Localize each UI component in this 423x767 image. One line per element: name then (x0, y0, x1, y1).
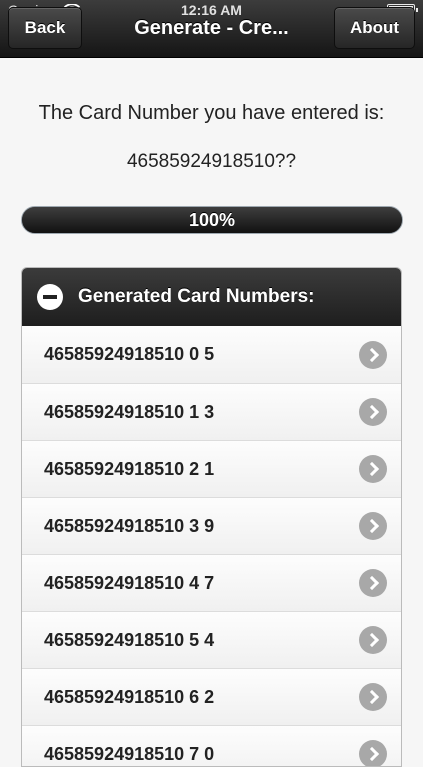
entered-card-label: The Card Number you have entered is: (38, 102, 385, 124)
list-item-label: 46585924918510 6 2 (44, 686, 215, 707)
page-title: Generate - Cre... (134, 17, 289, 39)
list-item[interactable]: 46585924918510 5 4 (22, 611, 401, 668)
list-item[interactable]: 46585924918510 7 0 (22, 725, 401, 766)
header-bar: Carrier 12:16 AM Back Generate - Cre... … (0, 0, 423, 58)
entered-card-number: 46585924918510?? (126, 151, 297, 172)
generated-list-header[interactable]: Generated Card Numbers: (22, 268, 401, 326)
collapse-minus-icon[interactable] (37, 284, 63, 310)
list-item[interactable]: 46585924918510 1 3 (22, 383, 401, 440)
list-item[interactable]: 46585924918510 0 5 (22, 326, 401, 383)
chevron-right-icon[interactable] (359, 626, 387, 654)
list-item[interactable]: 46585924918510 3 9 (22, 497, 401, 554)
list-item-label: 46585924918510 0 5 (44, 344, 215, 364)
generated-list: Generated Card Numbers: 46585924918510 0… (21, 267, 402, 767)
generated-list-title: Generated Card Numbers: (78, 286, 315, 307)
list-item-label: 46585924918510 4 7 (44, 572, 215, 593)
list-item-label: 46585924918510 5 4 (44, 629, 215, 650)
chevron-right-icon[interactable] (359, 512, 387, 540)
chevron-right-icon[interactable] (359, 740, 387, 766)
back-button[interactable]: Back (8, 7, 82, 49)
about-button[interactable]: About (334, 7, 415, 49)
generated-list-rows: 46585924918510 0 5 46585924918510 1 3 4658… (22, 326, 401, 766)
chevron-right-icon[interactable] (359, 398, 387, 426)
list-item-label: 46585924918510 3 9 (44, 515, 215, 536)
list-item[interactable]: 46585924918510 2 1 (22, 440, 401, 497)
chevron-right-icon[interactable] (359, 455, 387, 483)
list-item-label: 46585924918510 1 3 (44, 401, 215, 422)
list-item-label: 46585924918510 2 1 (44, 458, 215, 479)
progress-label: 100% (188, 209, 236, 230)
list-item[interactable]: 46585924918510 4 7 (22, 554, 401, 611)
chevron-right-icon[interactable] (359, 683, 387, 711)
progress-bar: 100% (21, 206, 403, 234)
list-item-label: 46585924918510 7 0 (44, 743, 215, 764)
chevron-right-icon[interactable] (359, 340, 387, 369)
list-item[interactable]: 46585924918510 6 2 (22, 668, 401, 725)
chevron-right-icon[interactable] (359, 569, 387, 597)
